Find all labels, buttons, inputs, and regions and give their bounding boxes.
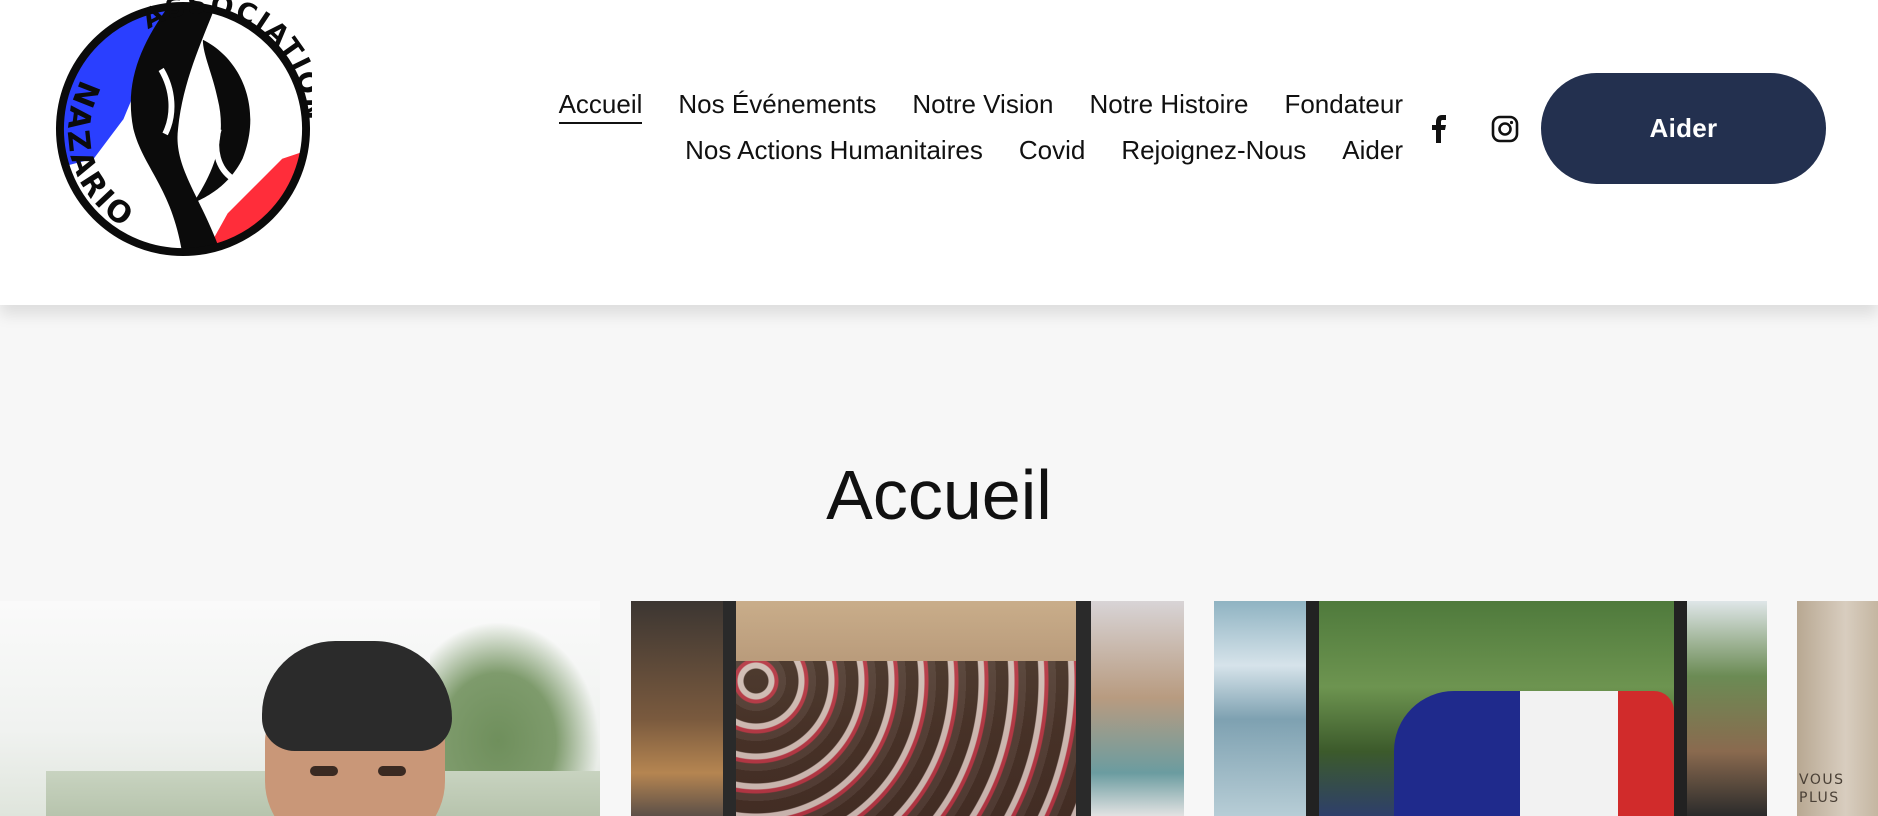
facebook-icon[interactable] [1422,112,1456,146]
nav-item-aider[interactable]: Aider [1342,134,1403,166]
gallery-image-events[interactable] [1214,601,1767,816]
association-nazario-logo[interactable]: ASSOCIATION NAZARIO [54,0,312,258]
nav-item-covid[interactable]: Covid [1019,134,1085,166]
site-header: ASSOCIATION NAZARIO Accueil Nos Événemen… [0,0,1878,305]
image-gallery: VOUS PLUS [0,601,1878,816]
nav-item-rejoignez-nous[interactable]: Rejoignez-Nous [1121,134,1306,166]
instagram-icon[interactable] [1488,112,1522,146]
nav-item-notre-vision[interactable]: Notre Vision [912,88,1053,124]
nav-item-fondateur[interactable]: Fondateur [1284,88,1403,124]
gallery-image-humanitarian-mission[interactable] [631,601,1184,816]
nav-item-nos-evenements[interactable]: Nos Événements [678,88,876,124]
partial-caption: VOUS PLUS [1799,772,1845,806]
aider-cta-button[interactable]: Aider [1541,73,1826,184]
nav-item-notre-histoire[interactable]: Notre Histoire [1090,88,1249,124]
nav-item-nos-actions-humanitaires[interactable]: Nos Actions Humanitaires [685,134,983,166]
gallery-image-partial[interactable]: VOUS PLUS [1797,601,1878,816]
gallery-image-founder-portrait[interactable] [0,601,600,816]
main-navigation: Accueil Nos Événements Notre Vision Notr… [558,88,1403,166]
page-title: Accueil [826,456,1052,534]
nav-row-1: Accueil Nos Événements Notre Vision Notr… [558,88,1403,124]
nav-item-accueil[interactable]: Accueil [558,88,643,124]
nav-row-2: Nos Actions Humanitaires Covid Rejoignez… [685,134,1403,166]
